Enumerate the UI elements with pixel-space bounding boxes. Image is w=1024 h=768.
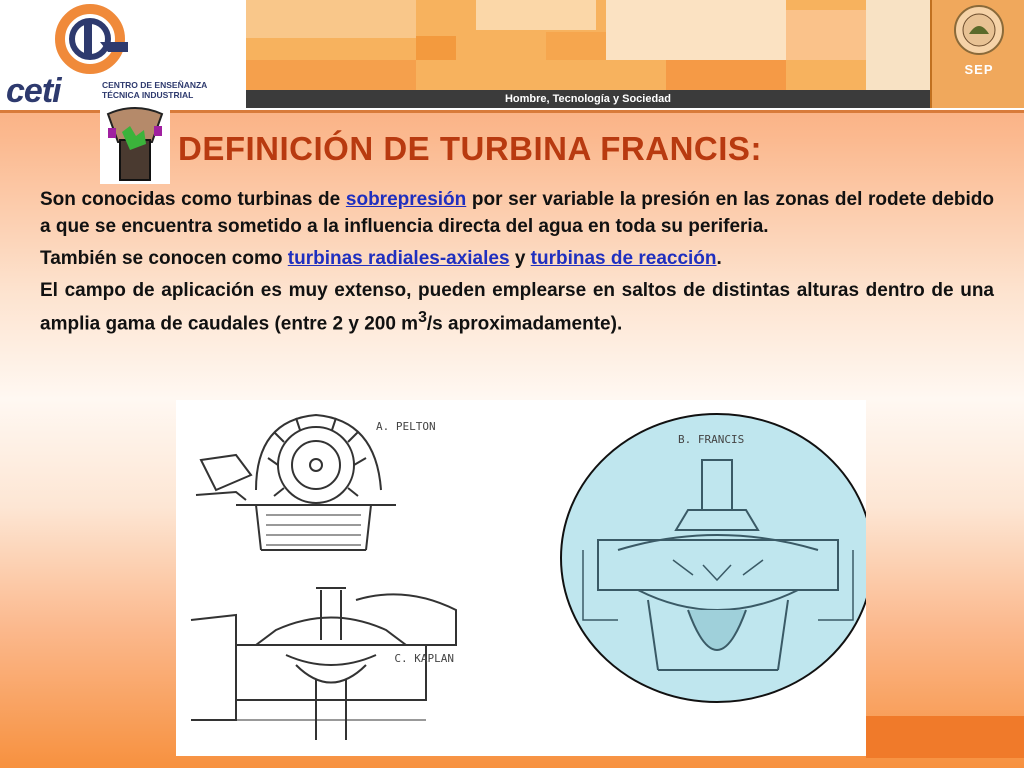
sep-logo: SEP xyxy=(930,0,1024,108)
link-sobrepresion[interactable]: sobrepresión xyxy=(346,189,466,210)
text-fragment: /s aproximadamente). xyxy=(426,313,623,335)
pelton-kaplan-drawing: A. PELTON C. KAPLAN xyxy=(190,413,457,740)
logo-word: ceti xyxy=(6,72,62,110)
sep-label: SEP xyxy=(964,62,994,77)
footer-accent-bar xyxy=(866,716,1024,758)
link-turbinas-radiales-axiales[interactable]: turbinas radiales-axiales xyxy=(288,248,510,269)
paragraph-2: También se conocen como turbinas radiale… xyxy=(40,245,994,272)
paragraph-3: El campo de aplicación es muy extenso, p… xyxy=(40,277,994,337)
pelton-kaplan-figure: A. PELTON C. KAPLAN xyxy=(176,400,488,756)
decorative-banner xyxy=(246,0,930,90)
ceti-logo-emblem-icon xyxy=(55,4,128,74)
header-banner: ceti CENTRO DE ENSEÑANZA TÉCNICA INDUSTR… xyxy=(0,0,1024,113)
link-turbinas-de-reaccion[interactable]: turbinas de reacción xyxy=(531,248,717,269)
ceti-logo: ceti CENTRO DE ENSEÑANZA TÉCNICA INDUSTR… xyxy=(0,0,246,110)
definition-text: Son conocidas como turbinas de sobrepres… xyxy=(40,186,994,342)
text-fragment: Son conocidas como turbinas de xyxy=(40,189,346,210)
text-fragment: . xyxy=(716,248,722,269)
pelton-label: A. PELTON xyxy=(376,420,436,433)
paragraph-1: Son conocidas como turbinas de sobrepres… xyxy=(40,186,994,240)
kaplan-label: C. KAPLAN xyxy=(394,652,454,665)
mexico-seal-icon xyxy=(954,5,1004,55)
francis-drawing: B. FRANCIS xyxy=(560,413,874,703)
superscript: 3 xyxy=(418,309,427,326)
francis-figure: B. FRANCIS xyxy=(488,400,874,756)
tagline-strip: Hombre, Tecnología y Sociedad xyxy=(246,90,930,108)
text-fragment: También se conocen como xyxy=(40,248,288,269)
francis-label: B. FRANCIS xyxy=(678,433,744,446)
page-title: DEFINICIÓN DE TURBINA FRANCIS: xyxy=(178,130,762,167)
logo-subtitle: CENTRO DE ENSEÑANZA TÉCNICA INDUSTRIAL xyxy=(102,80,207,100)
text-fragment: y xyxy=(509,248,531,269)
turbine-thumbnail-icon xyxy=(100,102,170,184)
